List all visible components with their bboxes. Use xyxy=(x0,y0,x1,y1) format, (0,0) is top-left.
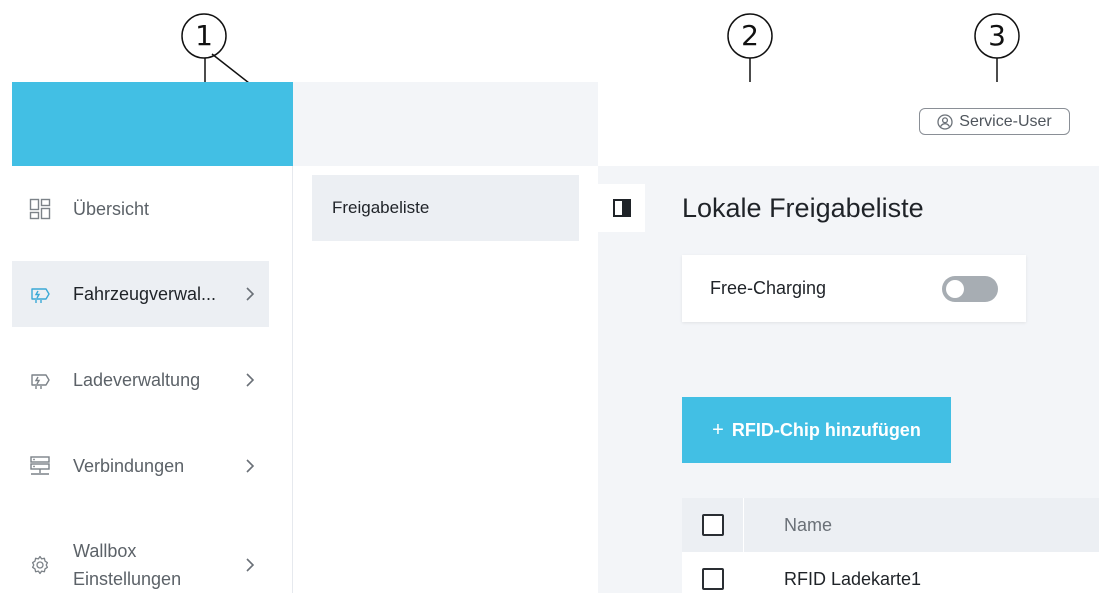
panel-toggle-button[interactable] xyxy=(598,184,645,232)
brand-header-bar xyxy=(12,82,293,166)
add-rfid-chip-button[interactable]: + RFID-Chip hinzufügen xyxy=(682,397,951,463)
user-menu-button[interactable]: Service-User xyxy=(919,108,1070,135)
charging-plug-icon xyxy=(31,288,50,303)
sidebar-item-uebersicht[interactable]: Übersicht xyxy=(12,176,269,242)
subnav-header xyxy=(293,82,598,166)
sidebar-item-label-line2: Einstellungen xyxy=(73,569,182,589)
sidebar-item-wallbox-einstellungen[interactable]: Wallbox Einstellungen xyxy=(12,532,269,598)
select-all-checkbox[interactable] xyxy=(702,514,724,536)
free-charging-label: Free-Charging xyxy=(710,278,827,298)
toggle-knob xyxy=(946,280,964,298)
charging-plug-icon xyxy=(31,374,50,389)
sidebar-item-label: Übersicht xyxy=(73,198,150,219)
sidebar-item-verbindungen[interactable]: Verbindungen xyxy=(12,433,269,499)
callout-number-2: 2 xyxy=(741,19,759,52)
subnav-panel: Freigabeliste xyxy=(293,166,598,593)
chevron-right-icon xyxy=(246,459,255,473)
plus-icon: + xyxy=(712,418,724,441)
user-label: Service-User xyxy=(959,112,1052,130)
chevron-right-icon xyxy=(246,373,255,387)
sidebar: Übersicht Fahrzeugverwal... Ladeverwaltu… xyxy=(12,166,293,593)
sidebar-item-fahrzeugverwaltung[interactable]: Fahrzeugverwal... xyxy=(12,261,269,327)
callout-number-1: 1 xyxy=(195,19,213,52)
row-name: RFID Ladekarte1 xyxy=(784,569,922,589)
sidebar-item-ladeverwaltung[interactable]: Ladeverwaltung xyxy=(12,347,269,413)
page-title: Lokale Freigabeliste xyxy=(682,193,924,223)
row-checkbox[interactable] xyxy=(702,568,724,590)
free-charging-card: Free-Charging xyxy=(682,255,1026,322)
subnav-item-freigabeliste[interactable]: Freigabeliste xyxy=(312,175,579,241)
column-divider xyxy=(743,498,744,552)
add-button-label: RFID-Chip hinzufügen xyxy=(731,419,921,440)
column-header-name[interactable]: Name xyxy=(784,515,832,536)
sidebar-item-label: Verbindungen xyxy=(73,455,185,476)
subnav-item-label: Freigabeliste xyxy=(332,198,430,217)
user-icon xyxy=(937,113,953,130)
dashboard-icon xyxy=(29,198,51,220)
sidebar-item-label: Ladeverwaltung xyxy=(73,369,201,390)
sidebar-item-label: Fahrzeugverwal... xyxy=(73,283,217,304)
sidebar-item-label: Wallbox Einstellungen xyxy=(73,537,181,593)
main-content: Lokale Freigabeliste Free-Charging + RFI… xyxy=(598,166,1099,606)
chevron-right-icon xyxy=(246,558,255,572)
sidebar-item-label-line1: Wallbox xyxy=(73,541,137,561)
chevron-right-icon xyxy=(246,287,255,301)
table-header-row: Name xyxy=(682,498,1099,552)
callout-number-3: 3 xyxy=(988,19,1006,52)
split-panel-icon xyxy=(612,199,631,217)
network-icon xyxy=(30,456,50,475)
gear-icon xyxy=(31,555,49,575)
table-row[interactable]: RFID Ladekarte1 xyxy=(682,552,1099,606)
free-charging-toggle[interactable] xyxy=(942,276,998,302)
